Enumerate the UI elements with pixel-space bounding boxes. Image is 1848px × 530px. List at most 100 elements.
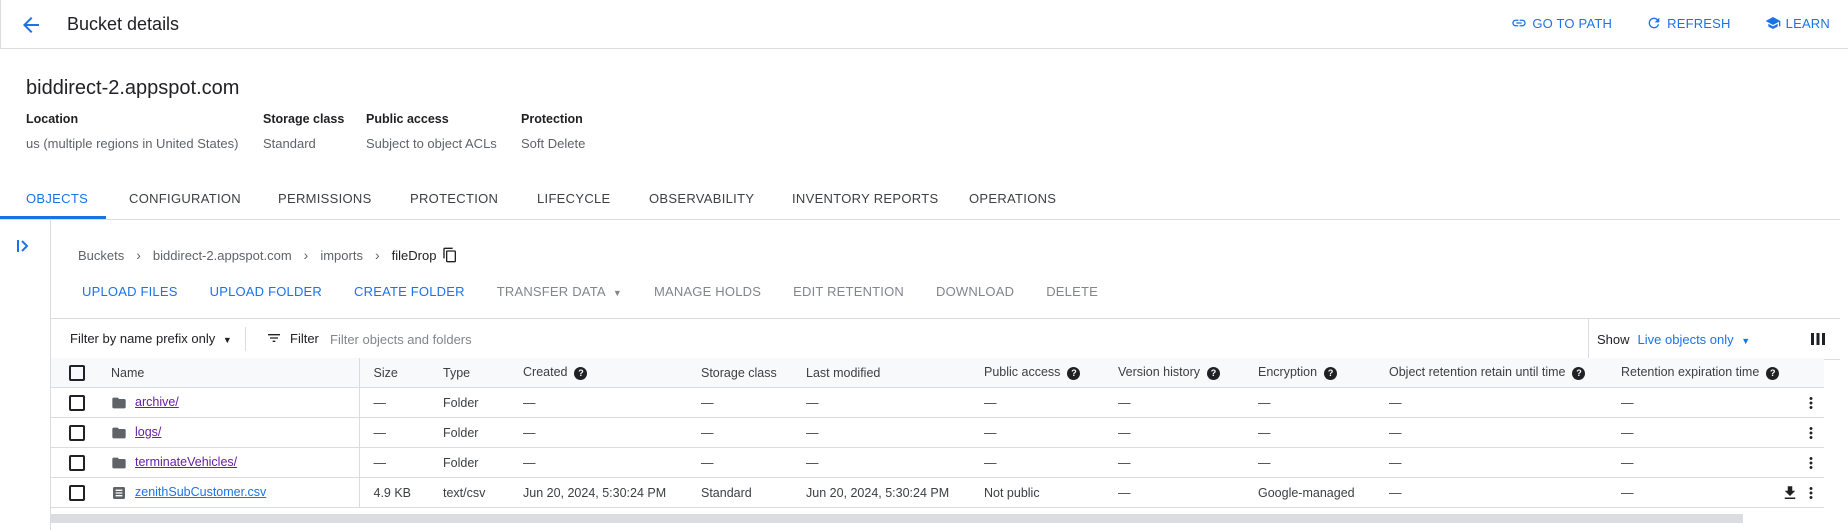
row-checkbox[interactable] (69, 424, 85, 441)
upload-folder-button[interactable]: UPLOAD FOLDER (210, 284, 322, 299)
public-access-label: Public access (366, 112, 449, 126)
protection-info: Protection Soft Delete (521, 112, 585, 151)
help-icon[interactable]: ? (1067, 366, 1081, 380)
filter-bar: Filter by name prefix only ▼ Filter Show… (51, 318, 1840, 360)
column-header-storage-class[interactable]: Storage class (687, 358, 792, 388)
row-checkbox[interactable] (69, 394, 85, 411)
tab-configuration[interactable]: CONFIGURATION (129, 191, 241, 206)
table-row[interactable]: logs/ — Folder — — — — — — — — (51, 417, 1825, 448)
public-access-info: Public access Subject to object ACLs (366, 112, 497, 151)
file-icon (113, 486, 125, 499)
breadcrumb-imports[interactable]: imports (320, 248, 363, 263)
manage-holds-button[interactable]: MANAGE HOLDS (654, 284, 761, 299)
show-value-select[interactable]: Live objects only ▼ (1638, 332, 1751, 347)
table-row[interactable]: terminateVehicles/ — Folder — — — — — — … (51, 447, 1825, 478)
more-vert-icon[interactable] (1802, 394, 1820, 412)
storage-class-value: Standard (263, 136, 316, 151)
table-header: Name Size Type Created? Storage class La… (51, 358, 1825, 388)
more-vert-icon[interactable] (1802, 454, 1820, 472)
bucket-name: biddirect-2.appspot.com (26, 77, 240, 99)
active-tab-indicator (0, 216, 106, 219)
column-header-last-modified[interactable]: Last modified (792, 358, 970, 388)
column-header-name[interactable]: Name (97, 358, 360, 388)
chevron-right-icon: › (303, 247, 309, 263)
location-label: Location (26, 112, 79, 126)
tab-objects[interactable]: OBJECTS (26, 191, 88, 206)
row-checkbox[interactable] (69, 484, 85, 501)
tab-inventory-reports[interactable]: INVENTORY REPORTS (792, 191, 938, 206)
location-info: Location us (multiple regions in United … (26, 112, 238, 151)
delete-button[interactable]: DELETE (1046, 284, 1098, 299)
location-value: us (multiple regions in United States) (26, 136, 239, 151)
tab-permissions[interactable]: PERMISSIONS (278, 191, 372, 206)
go-to-path-button[interactable]: GO TO PATH (1511, 15, 1612, 31)
storage-class-label: Storage class (263, 112, 345, 126)
column-display-icon[interactable] (1809, 330, 1827, 348)
breadcrumb-current: fileDrop (391, 247, 437, 263)
download-button[interactable]: DOWNLOAD (936, 284, 1014, 299)
column-header-type[interactable]: Type (429, 358, 509, 388)
folder-icon (112, 457, 126, 468)
object-name-link[interactable]: logs/ (135, 425, 161, 439)
more-vert-icon[interactable] (1802, 424, 1820, 442)
copy-icon[interactable] (442, 247, 458, 263)
select-all-checkbox[interactable] (69, 364, 85, 381)
column-header-retain-until[interactable]: Object retention retain until time? (1375, 358, 1607, 388)
chevron-right-icon: › (374, 247, 380, 263)
help-icon[interactable]: ? (1206, 366, 1220, 380)
dropdown-arrow-icon: ▼ (612, 288, 622, 298)
page-title: Bucket details (67, 14, 180, 34)
object-name-link[interactable]: archive/ (135, 395, 179, 409)
show-label: Show (1597, 331, 1630, 347)
dropdown-arrow-icon: ▼ (222, 335, 232, 345)
back-arrow-icon[interactable] (19, 13, 43, 37)
filter-mode-select[interactable]: Filter by name prefix only ▼ (70, 331, 232, 346)
refresh-icon (1648, 17, 1660, 29)
learn-button[interactable]: LEARN (1765, 15, 1830, 31)
protection-label: Protection (521, 112, 583, 126)
help-icon[interactable]: ? (1324, 366, 1338, 380)
breadcrumb-bucket[interactable]: biddirect-2.appspot.com (153, 248, 292, 263)
divider (245, 327, 246, 351)
public-access-value: Subject to object ACLs (366, 136, 497, 151)
show-select: Show Live objects only ▼ (1588, 319, 1750, 359)
dropdown-arrow-icon: ▼ (1741, 335, 1751, 346)
filter-input[interactable] (328, 326, 832, 352)
create-folder-button[interactable]: CREATE FOLDER (354, 284, 465, 299)
table-row[interactable]: archive/ — Folder — — — — — — — — (51, 387, 1825, 418)
filter-icon (268, 334, 280, 342)
tab-lifecycle[interactable]: LIFECYCLE (537, 191, 611, 206)
column-header-created[interactable]: Created? (509, 358, 687, 388)
tab-operations[interactable]: OPERATIONS (969, 191, 1056, 206)
breadcrumb-buckets[interactable]: Buckets (78, 248, 124, 263)
help-icon[interactable]: ? (1572, 366, 1586, 380)
column-header-version-history[interactable]: Version history? (1104, 358, 1244, 388)
top-bar: Bucket details GO TO PATH REFRESH LEARN (0, 0, 1848, 49)
transfer-data-button[interactable]: TRANSFER DATA ▼ (497, 284, 622, 299)
refresh-button[interactable]: REFRESH (1646, 15, 1731, 31)
tab-protection[interactable]: PROTECTION (410, 191, 498, 206)
folder-icon (112, 427, 126, 438)
edit-retention-button[interactable]: EDIT RETENTION (793, 284, 904, 299)
help-icon[interactable]: ? (1766, 366, 1780, 380)
horizontal-scrollbar[interactable] (51, 514, 1743, 523)
column-header-retention-expiration[interactable]: Retention expiration time? (1607, 358, 1780, 388)
row-checkbox[interactable] (69, 454, 85, 471)
more-vert-icon[interactable] (1802, 484, 1820, 502)
download-icon[interactable] (1781, 484, 1799, 502)
column-header-public-access[interactable]: Public access? (970, 358, 1104, 388)
column-header-size[interactable]: Size (359, 358, 429, 388)
tab-observability[interactable]: OBSERVABILITY (649, 191, 754, 206)
expand-panel-icon[interactable] (14, 236, 34, 256)
upload-files-button[interactable]: UPLOAD FILES (82, 284, 178, 299)
chevron-right-icon: › (136, 247, 141, 263)
column-header-encryption[interactable]: Encryption? (1244, 358, 1375, 388)
link-icon (1512, 19, 1526, 27)
breadcrumb: Buckets › biddirect-2.appspot.com › impo… (78, 247, 458, 263)
table-row[interactable]: zenithSubCustomer.csv 4.9 KB text/csv Ju… (51, 477, 1825, 508)
filter-button[interactable]: Filter (266, 330, 319, 346)
object-name-link[interactable]: zenithSubCustomer.csv (135, 485, 266, 499)
school-icon (1765, 17, 1780, 29)
object-name-link[interactable]: terminateVehicles/ (135, 455, 237, 469)
help-icon[interactable]: ? (574, 366, 588, 380)
